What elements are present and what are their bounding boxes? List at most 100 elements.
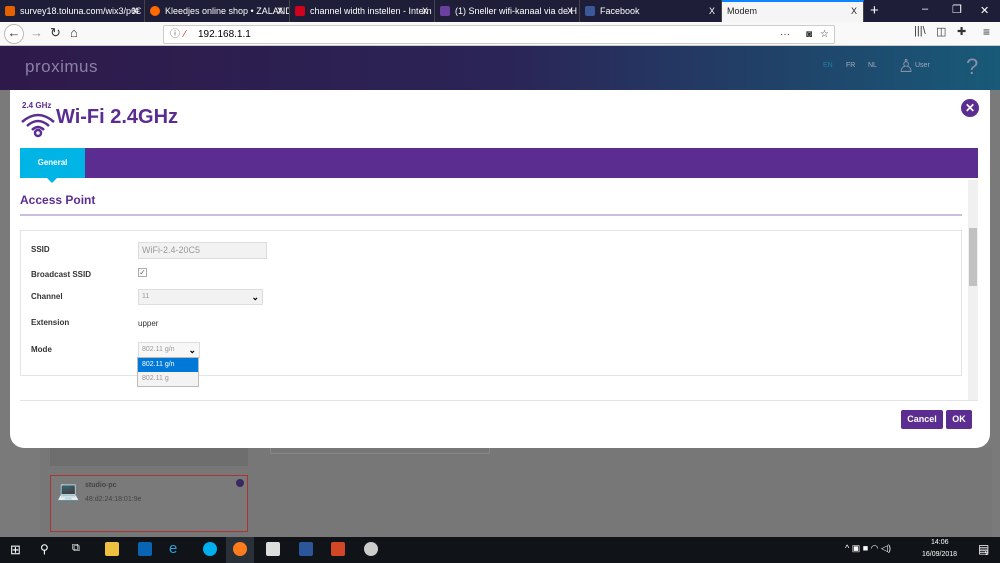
lang-en[interactable]: EN — [823, 62, 833, 69]
ssid-input[interactable]: WiFi-2.4-20C5 — [138, 242, 267, 259]
tab-label: survey18.toluna.com/wix3/p6€ — [20, 6, 142, 16]
home-icon[interactable]: ⌂ — [70, 25, 78, 40]
firefox-icon — [233, 542, 247, 556]
background-panel — [270, 448, 490, 454]
channel-label: Channel — [31, 292, 63, 301]
clock-date[interactable]: 16/09/2018 — [922, 551, 957, 558]
close-tab-icon[interactable]: X — [851, 2, 857, 21]
mode-label: Mode — [31, 345, 52, 354]
chevron-down-icon: ⌄ — [188, 345, 196, 355]
browser-tab[interactable]: Facebook X — [580, 0, 722, 22]
new-tab-button[interactable]: + — [870, 2, 879, 19]
powerpoint-icon[interactable] — [331, 542, 345, 556]
mode-value: 802.11 g/n — [142, 346, 175, 353]
back-button[interactable]: ← — [4, 24, 24, 44]
bookmark-star-icon[interactable]: ☆ — [820, 26, 829, 43]
browser-tab-strip: survey18.toluna.com/wix3/p6€ X Kleedjes o… — [0, 0, 1000, 22]
footer-divider — [20, 400, 978, 401]
url-bar[interactable]: ⓘ ⁄ 192.168.1.1 ··· ◙ ☆ — [163, 25, 835, 44]
skype-icon[interactable] — [203, 542, 217, 556]
browser-tab[interactable]: survey18.toluna.com/wix3/p6€ X — [0, 0, 145, 22]
lang-fr[interactable]: FR — [846, 62, 855, 69]
mode-select[interactable]: 802.11 g/n ⌄ — [138, 342, 200, 358]
window-close-icon[interactable]: ✕ — [980, 4, 989, 17]
calculator-icon[interactable] — [266, 542, 280, 556]
mode-option[interactable]: 802.11 g — [138, 372, 198, 386]
laptop-icon: 💻 — [57, 481, 80, 501]
taskbar: ⊞ ⚲ ⧉ e ^ ▣ ■ ◠ ◁) 14:06 16/09/2018 ▤ 9 — [0, 537, 1000, 563]
channel-select[interactable]: 11 ⌄ — [138, 289, 263, 305]
browser-tab-active[interactable]: Modem X — [722, 0, 864, 22]
close-tab-icon[interactable]: X — [567, 0, 573, 22]
firefox-taskbar-active[interactable] — [226, 537, 254, 563]
extension-value: upper — [138, 319, 159, 328]
word-icon[interactable] — [299, 542, 313, 556]
browser-tab[interactable]: (1) Sneller wifi-kanaal via de HX — [435, 0, 580, 22]
extension-label: Extension — [31, 318, 70, 327]
close-tab-icon[interactable]: X — [132, 0, 138, 22]
scrollbar-thumb[interactable] — [969, 228, 977, 286]
internet-explorer-icon[interactable]: e — [169, 541, 183, 556]
tab-label: (1) Sneller wifi-kanaal via de H — [455, 6, 578, 16]
clock-time[interactable]: 14:06 — [931, 539, 949, 546]
browser-tab[interactable]: Kleedjes online shop • ZALANDO X — [145, 0, 290, 22]
divider — [20, 214, 962, 216]
wifi-settings-modal: 2.4 GHz Wi-Fi 2.4GHz ✕ General Access Po… — [10, 90, 990, 448]
page-actions-icon[interactable]: ··· — [780, 26, 790, 43]
broadcast-ssid-label: Broadcast SSID — [31, 270, 92, 279]
search-icon[interactable]: ⚲ — [40, 542, 49, 556]
browser-tab[interactable]: channel width instellen - Intern X — [290, 0, 435, 22]
mode-dropdown-list: 802.11 g/n 802.11 g — [137, 357, 199, 387]
extension-icon[interactable]: ✚ — [957, 25, 966, 38]
forward-button[interactable]: → — [30, 25, 43, 40]
device-name: studio-pc — [85, 482, 117, 489]
chevron-down-icon: ⌄ — [251, 292, 259, 302]
ssid-label: SSID — [31, 245, 50, 254]
favicon-icon — [585, 6, 595, 16]
windows-start-icon[interactable]: ⊞ — [10, 542, 21, 558]
band-badge: 2.4 GHz — [22, 101, 52, 110]
modal-title: Wi-Fi 2.4GHz — [56, 106, 179, 128]
background-card — [50, 448, 248, 466]
minimize-icon[interactable]: – — [922, 3, 928, 15]
tab-label: channel width instellen - Intern — [310, 6, 432, 16]
help-icon[interactable]: ? — [966, 54, 978, 80]
remove-device-icon[interactable] — [236, 479, 244, 487]
insecure-lock-icon: ⁄ — [184, 29, 186, 40]
close-modal-button[interactable]: ✕ — [961, 99, 979, 117]
outlook-icon[interactable] — [138, 542, 152, 556]
close-tab-icon[interactable]: X — [422, 0, 428, 22]
task-view-icon[interactable]: ⧉ — [72, 542, 80, 555]
sidebar-icon[interactable]: ◫ — [936, 25, 946, 38]
section-heading: Access Point — [20, 193, 96, 207]
user-icon[interactable]: ♙ — [898, 56, 914, 77]
pocket-icon[interactable]: ◙ — [806, 26, 812, 43]
restore-icon[interactable]: ❐ — [952, 3, 962, 16]
menu-icon[interactable]: ≡ — [983, 25, 990, 39]
app-icon[interactable] — [364, 542, 378, 556]
cancel-button[interactable]: Cancel — [901, 410, 943, 429]
tab-label: Facebook — [600, 6, 640, 16]
file-explorer-icon[interactable] — [105, 542, 119, 556]
scrollbar[interactable] — [968, 180, 978, 400]
close-tab-icon[interactable]: X — [277, 0, 283, 22]
user-link[interactable]: User — [915, 62, 930, 69]
tab-general[interactable]: General — [20, 148, 85, 178]
favicon-icon — [5, 6, 15, 16]
mode-option[interactable]: 802.11 g/n — [138, 358, 198, 372]
channel-value: 11 — [142, 293, 150, 300]
close-tab-icon[interactable]: X — [709, 0, 715, 22]
url-text: 192.168.1.1 — [198, 29, 251, 40]
library-icon[interactable]: |||\ — [914, 25, 926, 37]
ok-button[interactable]: OK — [946, 410, 972, 429]
tab-label: Modem — [727, 6, 758, 16]
tray-icons[interactable]: ^ ▣ ■ ◠ ◁) — [845, 543, 891, 554]
info-icon: ⓘ — [170, 29, 180, 40]
device-mac: 48:d2:24:18:01:9e — [85, 496, 142, 503]
broadcast-ssid-checkbox[interactable]: ✓ — [138, 268, 147, 277]
favicon-icon — [150, 6, 160, 16]
tab-bar — [20, 148, 978, 178]
reload-icon[interactable]: ↻ — [50, 25, 61, 41]
lang-nl[interactable]: NL — [868, 62, 877, 69]
device-card[interactable]: 💻 studio-pc 48:d2:24:18:01:9e — [50, 475, 248, 532]
